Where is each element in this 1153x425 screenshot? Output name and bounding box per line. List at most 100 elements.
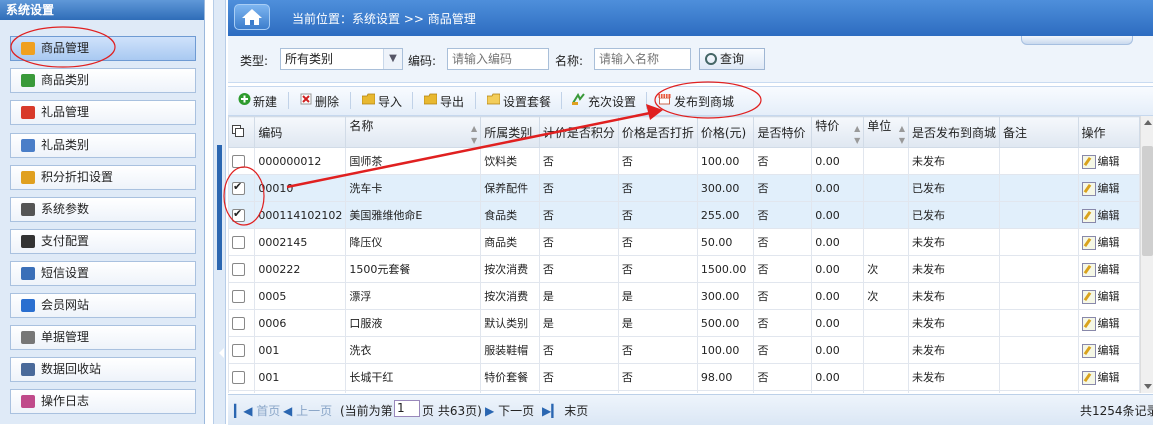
row-select-cell[interactable] (228, 174, 256, 202)
row-checkbox[interactable] (232, 289, 245, 303)
table-scrollbar[interactable] (1140, 116, 1153, 393)
table-row[interactable] (228, 390, 1140, 393)
export-button[interactable]: 导出 (440, 93, 464, 110)
code-input[interactable] (447, 48, 549, 70)
sort-icon[interactable]: ▲ ▼ (854, 123, 860, 147)
col-header-special-price[interactable]: 特价 ▲ ▼ (811, 116, 865, 148)
name-input[interactable] (594, 48, 691, 70)
sidebar-splitter[interactable] (213, 0, 226, 424)
edit-button[interactable]: 编辑 (1081, 263, 1120, 277)
table-row[interactable]: 001 长城干红 特价套餐否否 98.00 否 0.00 未发布 编辑 (228, 363, 1140, 391)
sort-icon[interactable]: ▲ ▼ (471, 123, 477, 147)
edit-label: 编辑 (1097, 182, 1120, 195)
edit-button[interactable]: 编辑 (1081, 182, 1120, 196)
sidebar-item[interactable]: 单据管理 (10, 325, 196, 350)
collapse-handle[interactable] (217, 145, 224, 358)
sidebar-item[interactable]: 商品类别 (10, 68, 196, 93)
new-button[interactable]: 新建 (253, 93, 277, 110)
row-select-cell[interactable] (228, 336, 256, 364)
query-button[interactable]: 查询 (699, 48, 765, 70)
row-select-cell[interactable] (228, 282, 256, 310)
col-header-special[interactable]: 是否特价 (753, 116, 813, 148)
recharge-icon (572, 93, 585, 105)
cell-note (998, 174, 1079, 202)
sidebar-item[interactable]: 礼品管理 (10, 100, 196, 125)
table-row[interactable]: 00010洗车卡保养配件否否300.00否0.00已发布编辑 (228, 174, 1140, 202)
delete-button[interactable]: 删除 (315, 93, 339, 110)
last-page-label: 末页 (564, 404, 589, 418)
row-select-cell[interactable] (228, 390, 256, 393)
scroll-thumb[interactable] (1142, 146, 1153, 256)
row-checkbox[interactable] (232, 235, 245, 249)
package-settings-button[interactable]: 设置套餐 (503, 93, 551, 110)
sidebar-item[interactable]: 支付配置 (10, 229, 196, 254)
page-number-input[interactable]: 1 (394, 400, 420, 417)
row-select-cell[interactable] (228, 363, 256, 391)
sidebar-item[interactable]: 操作日志 (10, 389, 196, 414)
prev-page-button[interactable]: ◀ 上一页 (283, 402, 332, 419)
col-header-code[interactable]: 编码 (254, 116, 347, 148)
col-header-name[interactable]: 名称 ▲ ▼ (345, 116, 482, 148)
edit-button[interactable]: 编辑 (1081, 290, 1120, 304)
edit-button[interactable]: 编辑 (1081, 371, 1120, 385)
table-row[interactable]: 000222 1500元套餐 按次消费否否 1500.00 否 0.00 次未发布 编辑 (228, 255, 1140, 283)
row-checkbox[interactable] (232, 343, 245, 357)
edit-button[interactable]: 编辑 (1081, 344, 1120, 358)
sort-icon[interactable]: ▲ ▼ (899, 123, 905, 147)
last-page-button[interactable]: ▶▎ 末页 (542, 402, 588, 419)
chevron-down-icon[interactable]: ▼ (383, 49, 402, 69)
row-checkbox[interactable] (232, 262, 245, 276)
table-row[interactable]: 000114102102美国雅维他命E食品类否否255.00否0.00已发布编辑 (228, 201, 1140, 229)
table-row[interactable]: 0005 漂浮 按次消费是是 300.00 否 0.00 次未发布 编辑 (228, 282, 1140, 310)
recharge-settings-button[interactable]: 充次设置 (588, 93, 636, 110)
table-row[interactable]: 000000012 国师茶 饮料类否否 100.00 否 0.00 未发布 编辑 (228, 147, 1140, 175)
col-header-points[interactable]: 计价是否积分 (538, 116, 619, 148)
cell-published: 未发布 (907, 228, 1000, 256)
row-select-cell[interactable] (228, 201, 256, 229)
row-checkbox[interactable] (232, 180, 245, 195)
col-header-note[interactable]: 备注 (998, 116, 1079, 148)
table-row[interactable]: 0002145 降压仪 商品类否否 50.00 否 0.00 未发布 编辑 (228, 228, 1140, 256)
row-checkbox[interactable] (232, 316, 245, 330)
sidebar-item[interactable]: 会员网站 (10, 293, 196, 318)
col-header-published[interactable]: 是否发布到商城 (907, 116, 1000, 148)
col-header-discount[interactable]: 价格是否打折 (617, 116, 698, 148)
scroll-up-icon[interactable] (1144, 120, 1152, 125)
cell-category: 商品类 (480, 228, 540, 256)
home-button[interactable] (234, 4, 270, 30)
select-all-header[interactable] (228, 116, 256, 148)
type-select[interactable]: 所有类别 ▼ (280, 48, 403, 70)
home-icon (242, 9, 262, 25)
next-page-button[interactable]: ▶ 下一页 (485, 402, 534, 419)
publish-to-store-button[interactable]: 发布到商城 (674, 93, 734, 110)
row-select-cell[interactable] (228, 309, 256, 337)
sidebar-item[interactable]: 积分折扣设置 (10, 165, 196, 190)
sidebar-item[interactable]: 系统参数 (10, 197, 196, 222)
row-select-cell[interactable] (228, 228, 256, 256)
publish-store-icon (658, 94, 671, 105)
col-header-category[interactable]: 所属类别 (480, 116, 540, 148)
import-button[interactable]: 导入 (378, 93, 402, 110)
table-row[interactable]: 001 洗衣 服装鞋帽否否 100.00 否 0.00 未发布 编辑 (228, 336, 1140, 364)
row-select-cell[interactable] (228, 147, 256, 175)
edit-button[interactable]: 编辑 (1081, 209, 1120, 223)
sidebar-item[interactable]: 短信设置 (10, 261, 196, 286)
sidebar-item[interactable]: 商品管理 (10, 36, 196, 61)
edit-button[interactable]: 编辑 (1081, 155, 1120, 169)
sidebar-item-label: 单据管理 (41, 330, 90, 344)
first-page-button[interactable]: ▎◀ 首页 (234, 402, 280, 419)
sidebar-item[interactable]: 礼品类别 (10, 133, 196, 158)
scroll-down-icon[interactable] (1144, 384, 1152, 389)
cell-note (998, 201, 1079, 229)
sidebar-item[interactable]: 数据回收站 (10, 357, 196, 382)
row-checkbox[interactable] (232, 207, 245, 222)
table-row[interactable]: 0006 口服液 默认类别是是 500.00 否 0.00 未发布 编辑 (228, 309, 1140, 337)
row-checkbox[interactable] (232, 154, 245, 168)
edit-button[interactable]: 编辑 (1081, 317, 1120, 331)
cell-action: 编辑 (1077, 363, 1140, 391)
edit-button[interactable]: 编辑 (1081, 236, 1120, 250)
col-header-price[interactable]: 价格(元) (696, 116, 755, 148)
col-header-unit[interactable]: 单位 ▲ ▼ (863, 116, 909, 148)
row-checkbox[interactable] (232, 370, 245, 384)
row-select-cell[interactable] (228, 255, 256, 283)
